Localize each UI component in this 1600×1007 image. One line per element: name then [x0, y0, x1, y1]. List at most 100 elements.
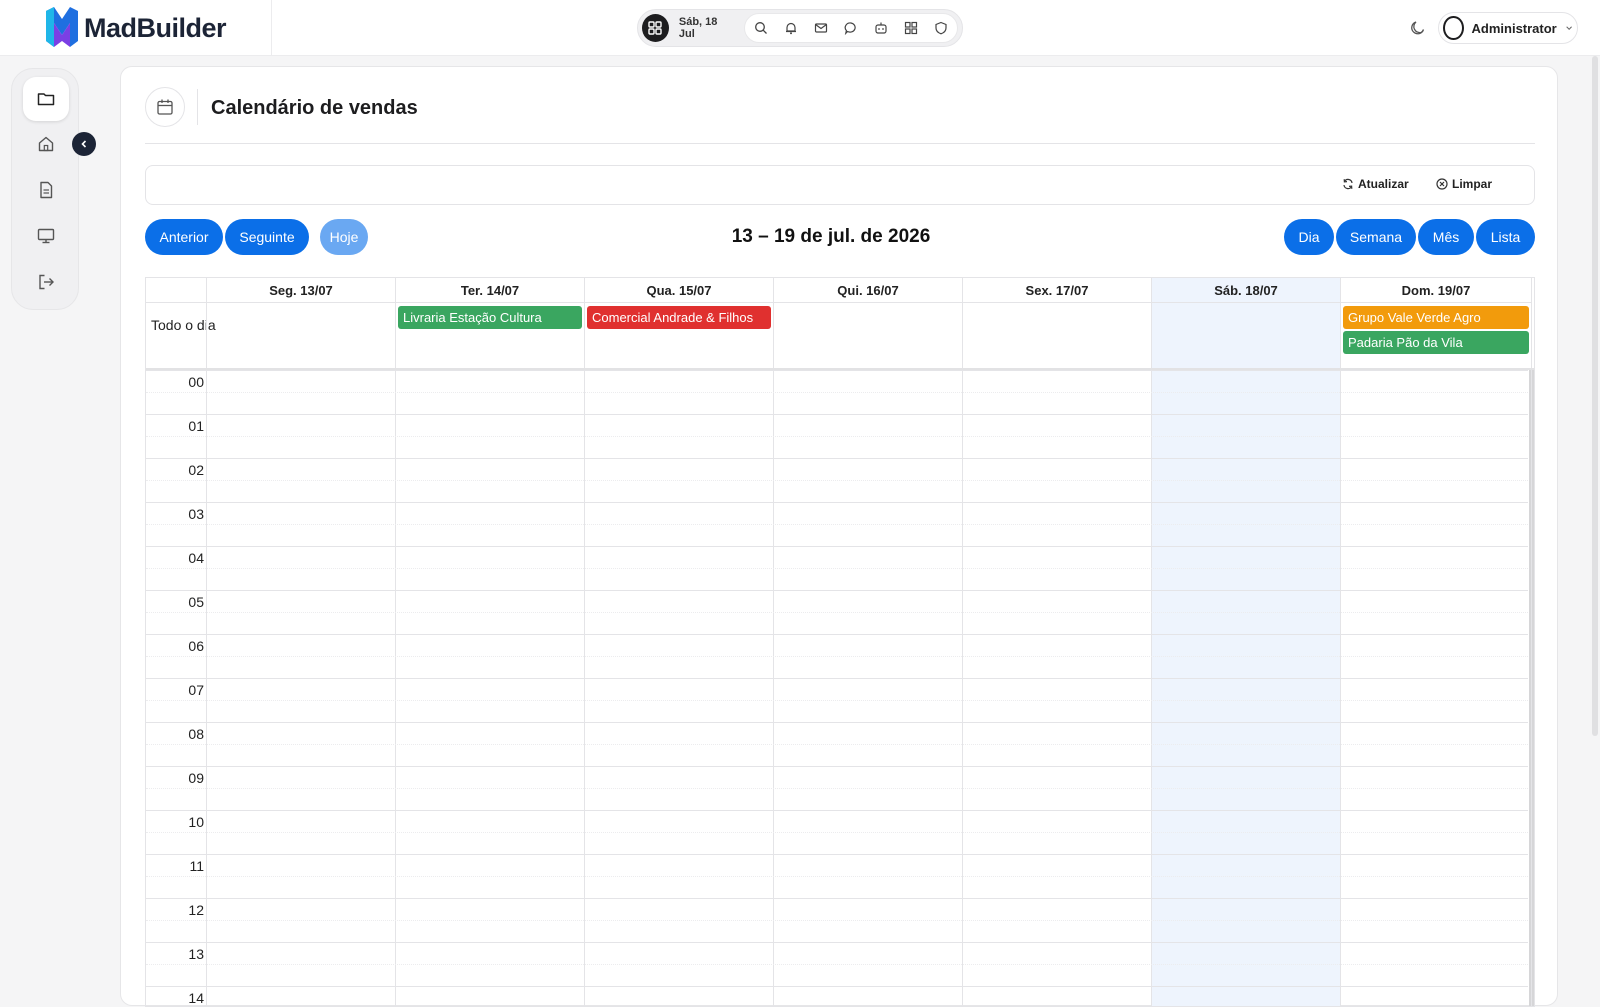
day-header[interactable]: Ter. 14/07	[396, 278, 585, 303]
robot-icon[interactable]	[871, 18, 891, 38]
sidebar-item-monitor[interactable]	[23, 214, 69, 258]
day-header[interactable]: Sex. 17/07	[963, 278, 1152, 303]
day-time-column[interactable]	[1341, 370, 1532, 1006]
hour-line	[146, 898, 1528, 899]
day-time-column[interactable]	[207, 370, 396, 1006]
hour-label: 08	[188, 726, 204, 742]
prev-button[interactable]: Anterior	[145, 219, 223, 255]
hour-label: 02	[188, 462, 204, 478]
hour-label: 13	[188, 946, 204, 962]
day-time-column[interactable]	[774, 370, 963, 1006]
view-list-button[interactable]: Lista	[1476, 219, 1535, 255]
brand-name: MadBuilder	[84, 12, 227, 43]
view-day-button[interactable]: Dia	[1284, 219, 1334, 255]
hour-line	[146, 678, 1528, 679]
day-header[interactable]: Sáb. 18/07	[1152, 278, 1341, 303]
day-time-column[interactable]	[585, 370, 774, 1006]
mail-icon[interactable]	[811, 18, 831, 38]
calendar-icon	[157, 99, 173, 115]
apps-icon[interactable]	[901, 18, 921, 38]
shield-icon[interactable]	[931, 18, 951, 38]
allday-cell[interactable]	[774, 303, 963, 368]
hour-line	[146, 590, 1528, 591]
calendar-event[interactable]: Grupo Vale Verde Agro	[1343, 306, 1529, 329]
hour-label: 00	[188, 374, 204, 390]
half-hour-line	[146, 480, 1528, 481]
day-header[interactable]: Seg. 13/07	[207, 278, 396, 303]
view-month-button[interactable]: Mês	[1418, 219, 1474, 255]
sidebar-item-folder[interactable]	[23, 77, 69, 121]
date-range-title: 13 – 19 de jul. de 2026	[731, 226, 931, 247]
allday-axis-cell	[146, 303, 207, 368]
half-hour-line	[146, 832, 1528, 833]
hour-line	[146, 766, 1528, 767]
filter-bar: Atualizar Limpar	[145, 165, 1535, 205]
allday-cell[interactable]	[207, 303, 396, 368]
chevron-down-icon	[1566, 26, 1572, 30]
calendar-header-icon-wrap	[145, 87, 185, 127]
half-hour-line	[146, 964, 1528, 965]
calendar-event[interactable]: Livraria Estação Cultura	[398, 306, 582, 329]
madbuilder-logo-icon	[46, 7, 78, 47]
half-hour-line	[146, 876, 1528, 877]
sidebar-collapse-button[interactable]	[72, 132, 96, 156]
today-button[interactable]: Hoje	[320, 219, 368, 255]
hour-label: 11	[189, 858, 204, 874]
half-hour-line	[146, 568, 1528, 569]
page-scrollbar[interactable]	[1592, 56, 1598, 736]
chevron-left-icon	[81, 140, 87, 148]
hour-line	[146, 986, 1528, 987]
clear-circle-icon	[1436, 178, 1448, 190]
next-button[interactable]: Seguinte	[225, 219, 309, 255]
chat-icon[interactable]	[841, 18, 861, 38]
hour-label: 10	[188, 814, 204, 830]
toolbar-icons	[744, 13, 958, 43]
day-time-column[interactable]	[1152, 370, 1341, 1006]
day-header[interactable]: Qua. 15/07	[585, 278, 774, 303]
grid-icon	[648, 21, 663, 35]
hour-line	[146, 502, 1528, 503]
hour-line	[146, 854, 1528, 855]
hour-label: 05	[188, 594, 204, 610]
half-hour-line	[146, 744, 1528, 745]
hour-line	[146, 810, 1528, 811]
sidebar-item-logout[interactable]	[23, 260, 69, 304]
calendar-event[interactable]: Comercial Andrade & Filhos	[587, 306, 771, 329]
search-icon[interactable]	[751, 18, 771, 38]
sidebar-item-home[interactable]	[23, 122, 69, 166]
refresh-button[interactable]: Atualizar	[1342, 177, 1409, 191]
clear-button[interactable]: Limpar	[1436, 177, 1492, 191]
allday-cell[interactable]	[963, 303, 1152, 368]
sidebar	[11, 68, 79, 310]
user-menu[interactable]: Administrator	[1438, 12, 1578, 44]
brand[interactable]: MadBuilder	[0, 0, 272, 56]
hour-line	[146, 942, 1528, 943]
avatar	[1443, 16, 1464, 40]
half-hour-line	[146, 436, 1528, 437]
day-header[interactable]: Dom. 19/07	[1341, 278, 1532, 303]
hour-label: 09	[188, 770, 204, 786]
sidebar-item-document[interactable]	[23, 168, 69, 212]
logout-icon	[39, 274, 54, 290]
day-header[interactable]: Qui. 16/07	[774, 278, 963, 303]
view-week-button[interactable]: Semana	[1336, 219, 1416, 255]
calendar-event[interactable]: Padaria Pão da Vila	[1343, 331, 1529, 354]
header-separator	[197, 89, 198, 125]
day-time-column[interactable]	[963, 370, 1152, 1006]
hour-line	[146, 458, 1528, 459]
apps-grid-button[interactable]	[642, 14, 669, 42]
hour-label: 12	[188, 902, 204, 918]
day-time-column[interactable]	[396, 370, 585, 1006]
half-hour-line	[146, 788, 1528, 789]
refresh-icon	[1343, 178, 1353, 190]
half-hour-line	[146, 920, 1528, 921]
allday-cell[interactable]	[1152, 303, 1341, 368]
bell-icon[interactable]	[781, 18, 801, 38]
half-hour-line	[146, 700, 1528, 701]
theme-toggle-moon-icon[interactable]	[1408, 18, 1428, 38]
toolbar-date: Sáb, 18 Jul	[678, 16, 718, 40]
folder-icon	[37, 93, 55, 106]
axis-header	[146, 278, 207, 303]
main-card: Calendário de vendas Atualizar Limpar An…	[120, 66, 1558, 1007]
user-name: Administrator	[1471, 20, 1557, 36]
